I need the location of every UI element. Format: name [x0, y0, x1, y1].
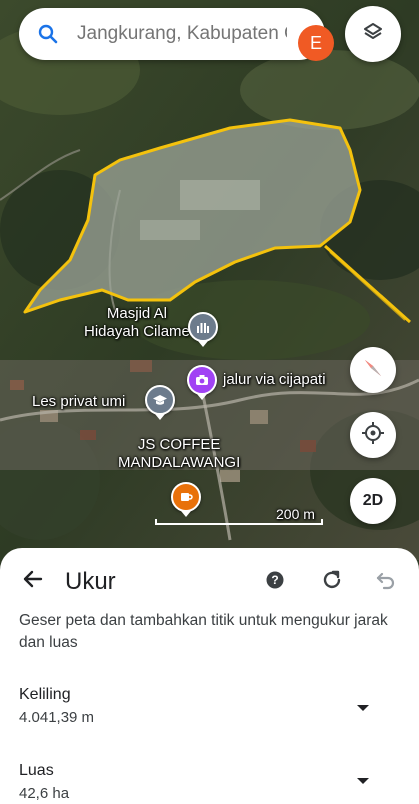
perimeter-value: 4.041,39 m — [19, 709, 95, 726]
camera-icon[interactable] — [187, 365, 217, 395]
search-icon[interactable] — [37, 23, 59, 45]
place-label-jalur[interactable]: jalur via cijapati — [223, 371, 326, 389]
undo-icon[interactable] — [374, 568, 398, 597]
layers-icon — [362, 21, 384, 48]
satellite-imagery — [0, 0, 419, 560]
coffee-icon[interactable] — [171, 482, 201, 512]
area-value: 42,6 ha — [19, 785, 70, 802]
place-label-les-privat[interactable]: Les privat umi — [32, 393, 125, 411]
place-label-masjid[interactable]: Masjid Al Hidayah Cilame — [84, 305, 190, 341]
crosshair-icon — [360, 420, 386, 451]
place-label-js-coffee[interactable]: JS COFFEE MANDALAWANGI — [118, 436, 240, 472]
refresh-icon[interactable] — [320, 568, 344, 597]
measure-sheet: Ukur ? Geser peta dan tambahkan titik un… — [0, 548, 419, 804]
compass-icon — [360, 355, 386, 386]
svg-text:?: ? — [271, 573, 278, 587]
satellite-map[interactable]: Masjid Al Hidayah Cilame jalur via cijap… — [0, 0, 419, 560]
mosque-icon[interactable] — [188, 312, 218, 342]
scale-bar-label: 200 m — [276, 506, 315, 522]
my-location-button[interactable] — [350, 412, 396, 458]
search-input[interactable] — [77, 20, 287, 48]
view-mode-toggle[interactable]: 2D — [350, 478, 396, 524]
search-bar[interactable]: E — [19, 8, 334, 61]
perimeter-label: Keliling — [19, 686, 71, 703]
compass-button[interactable] — [350, 347, 396, 393]
area-label: Luas — [19, 762, 54, 779]
sheet-title: Ukur — [65, 568, 116, 595]
help-icon[interactable]: ? — [266, 571, 284, 594]
chevron-down-icon[interactable] — [355, 774, 371, 786]
account-avatar[interactable]: E — [298, 25, 334, 61]
chevron-down-icon[interactable] — [355, 701, 371, 713]
instruction-text: Geser peta dan tambahkan titik untuk men… — [19, 612, 388, 651]
back-arrow-icon[interactable] — [21, 567, 45, 596]
layers-button[interactable] — [345, 6, 401, 62]
school-icon[interactable] — [145, 385, 175, 415]
